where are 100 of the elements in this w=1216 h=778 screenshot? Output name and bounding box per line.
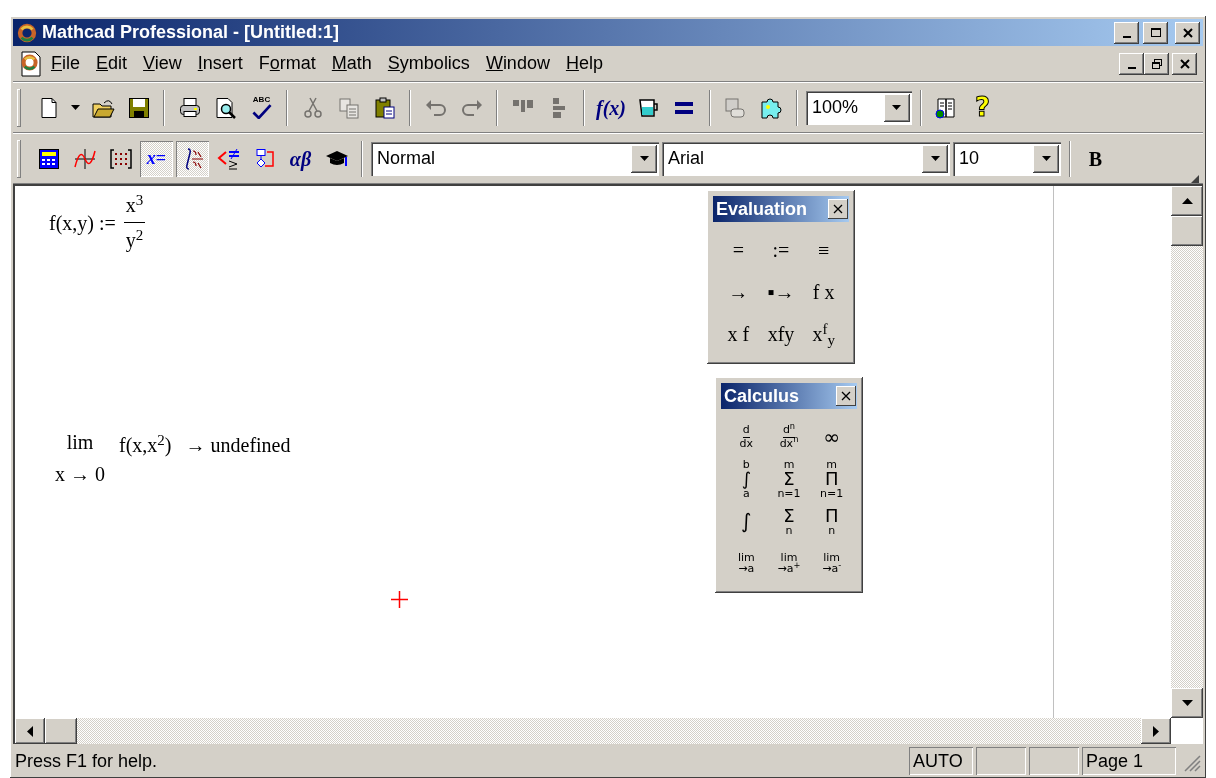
scroll-right-button[interactable] — [1141, 718, 1171, 744]
insert-function-button[interactable]: f(x) — [593, 89, 629, 126]
bold-button[interactable]: B — [1079, 140, 1112, 177]
left-arrow-icon — [27, 725, 33, 737]
greek-toolbar-button[interactable]: αβ — [284, 140, 317, 177]
caret-icon — [892, 105, 902, 110]
status-panel: Page 1 — [1082, 747, 1176, 775]
scroll-left-button[interactable] — [15, 718, 45, 744]
palette-button[interactable]: f x — [802, 272, 845, 312]
palette-button[interactable]: lim →a — [725, 543, 768, 583]
magnifier-page-icon — [213, 95, 238, 120]
pages-icon — [723, 95, 748, 120]
math-expression: f(x,y) := x$^{3}$ y$^{2}$ — [49, 192, 146, 253]
caret-icon — [1041, 156, 1051, 161]
palette-button[interactable]: := — [759, 230, 803, 270]
palette-button[interactable]: Π n — [810, 501, 853, 541]
palette-button[interactable]: → — [717, 272, 760, 312]
dropdown-button[interactable] — [884, 93, 910, 122]
maximize-icon — [1149, 26, 1162, 39]
palette-button[interactable]: ≡ — [802, 230, 845, 270]
palette-button[interactable]: ∞ — [810, 417, 853, 457]
menu-item[interactable]: File — [43, 52, 88, 75]
close-icon — [833, 204, 843, 214]
minimize-icon — [1127, 67, 1136, 69]
horizontal-scrollbar[interactable] — [15, 718, 1171, 744]
dropdown-button[interactable] — [922, 144, 948, 173]
close-button[interactable] — [836, 386, 856, 406]
caret-icon — [930, 156, 940, 161]
status-panel — [1029, 747, 1079, 775]
maximize-button[interactable] — [1143, 21, 1168, 44]
font-size-dropdown[interactable]: 10 — [953, 141, 1061, 176]
menu-item[interactable]: Help — [557, 52, 611, 75]
menu-item[interactable]: View — [135, 52, 190, 75]
close-button[interactable] — [828, 199, 848, 219]
scroll-thumb[interactable] — [1171, 216, 1203, 246]
close-button[interactable] — [1175, 21, 1200, 44]
palette-button[interactable]: b ∫ a — [725, 459, 768, 499]
copy-icon — [336, 95, 361, 120]
dropdown-button[interactable] — [631, 144, 657, 173]
palette-button[interactable]: xfy — [759, 314, 803, 354]
palette-button[interactable]: Σ n — [767, 501, 811, 541]
resize-corner-icon — [1191, 175, 1199, 183]
palette-button[interactable]: m Σ n=1 — [767, 459, 811, 499]
matrix-icon — [108, 146, 133, 171]
palette-button[interactable]: ∫ — [725, 501, 768, 541]
menu-item[interactable]: Edit — [88, 52, 136, 75]
status-panel — [976, 747, 1026, 775]
close-button[interactable] — [1172, 52, 1197, 75]
palette-button[interactable]: = — [717, 230, 760, 270]
minimize-button[interactable] — [1119, 52, 1144, 75]
close-icon — [841, 391, 851, 401]
palette-button[interactable]: lim →a$^{+}$ — [767, 543, 811, 583]
scroll-thumb[interactable] — [45, 718, 77, 744]
minimize-icon — [1122, 36, 1131, 38]
caret-icon — [71, 105, 80, 110]
document-icon — [19, 50, 43, 77]
scroll-up-button[interactable] — [1171, 186, 1203, 216]
clipboard-icon — [372, 95, 397, 120]
evaluation-toolbar-button[interactable]: x= — [140, 140, 173, 177]
comparison-icon — [216, 146, 241, 171]
style-dropdown[interactable]: Normal — [371, 141, 659, 176]
spell-check-button[interactable]: ABC — [245, 89, 278, 126]
menu-item[interactable]: Symbolics — [379, 52, 478, 75]
calculus-toolbar-button[interactable] — [176, 140, 209, 177]
puzzle-piece-icon — [759, 95, 784, 120]
restore-button[interactable] — [1144, 52, 1169, 75]
font-dropdown[interactable]: Arial — [662, 141, 950, 176]
crosshair-cursor-icon — [391, 591, 408, 608]
right-arrow-icon — [1153, 725, 1159, 737]
palette-button[interactable]: m Π n=1 — [810, 459, 853, 499]
close-icon — [1181, 26, 1194, 39]
graph-icon — [72, 146, 97, 171]
caret-icon — [639, 156, 649, 161]
status-panel: AUTO — [909, 747, 973, 775]
palette-button[interactable]: lim →a$^{-}$ — [810, 543, 853, 583]
math-expression: lim x → 0 f(x,x$^{2}$) → undefined — [55, 430, 291, 487]
close-icon — [1178, 57, 1191, 70]
vertical-scrollbar[interactable] — [1171, 186, 1203, 718]
restore-icon — [1150, 57, 1163, 70]
check-mark-icon — [250, 104, 273, 119]
palette-title: Evaluation — [716, 197, 808, 221]
status-text: Press F1 for help. — [15, 749, 159, 773]
minimize-button[interactable] — [1114, 21, 1139, 44]
up-arrow-icon — [1181, 198, 1193, 204]
printer-icon — [177, 95, 202, 120]
menu-item[interactable]: Math — [323, 52, 380, 75]
menu-item[interactable]: Insert — [189, 52, 251, 75]
menu-item[interactable]: Format — [250, 52, 324, 75]
palette-title: Calculus — [724, 384, 800, 408]
menu-item[interactable]: Window — [477, 52, 558, 75]
palette-button[interactable]: d dx — [725, 417, 768, 457]
down-arrow-icon — [1181, 700, 1193, 706]
app-logo-icon — [16, 21, 38, 44]
palette-button[interactable]: x f — [717, 314, 760, 354]
scroll-down-button[interactable] — [1171, 688, 1203, 718]
window-title: Mathcad Professional - [Untitled:1] — [42, 21, 340, 44]
dropdown-button[interactable] — [1033, 144, 1059, 173]
palette-button[interactable]: ▪→ — [759, 272, 803, 312]
calculator-icon — [36, 146, 61, 171]
zoom-dropdown[interactable]: 100% — [806, 90, 912, 125]
